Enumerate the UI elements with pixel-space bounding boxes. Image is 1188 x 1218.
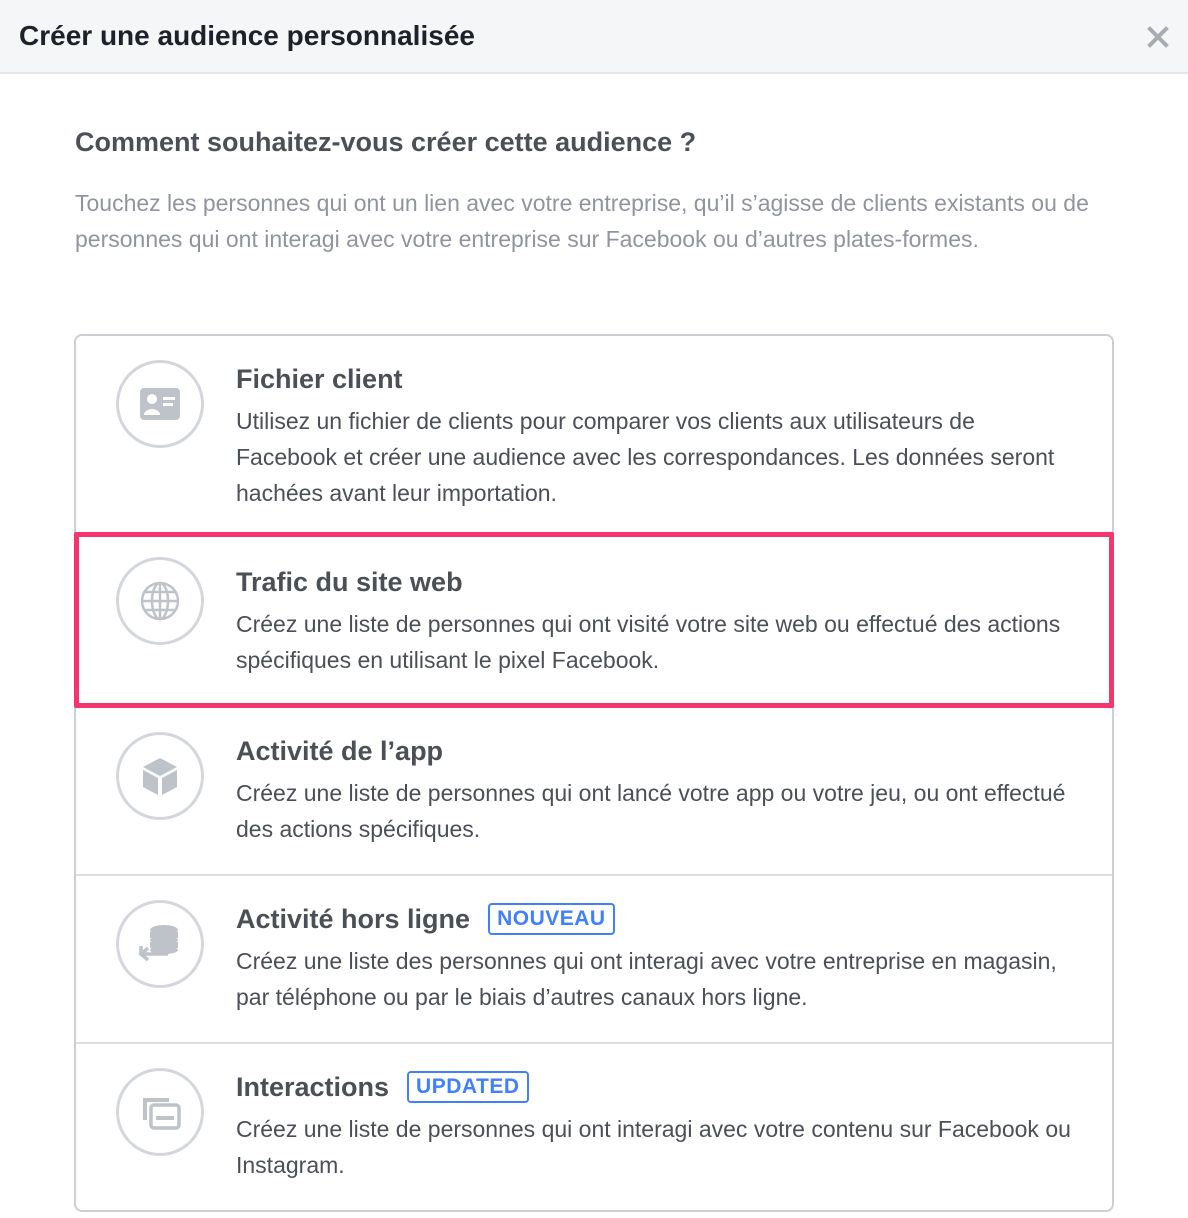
option-text: Activité hors ligne NOUVEAU Créez une li… — [236, 901, 1076, 1015]
option-title: Activité de l’app — [236, 733, 1076, 769]
option-icon-circle — [116, 360, 204, 448]
option-description: Créez une liste de personnes qui ont lan… — [236, 780, 1066, 842]
option-title: Fichier client — [236, 361, 1076, 397]
new-badge: NOUVEAU — [488, 903, 615, 935]
cube-icon — [143, 758, 177, 795]
option-customer-file[interactable]: Fichier client Utilisez un fichier de cl… — [76, 336, 1112, 534]
option-app-activity[interactable]: Activité de l’app Créez une liste de per… — [76, 708, 1112, 876]
option-title-label: Interactions — [236, 1072, 390, 1102]
option-title: Interactions UPDATED — [236, 1069, 1076, 1105]
dialog-header: Créer une audience personnalisée — [0, 0, 1188, 74]
option-title-label: Activité de l’app — [236, 736, 444, 766]
dialog-title: Créer une audience personnalisée — [19, 20, 475, 51]
contact-card-icon — [140, 388, 180, 420]
option-description: Utilisez un fichier de clients pour comp… — [236, 408, 1055, 506]
option-description: Créez une liste des personnes qui ont in… — [236, 948, 1057, 1010]
option-title-label: Trafic du site web — [236, 567, 463, 597]
option-text: Fichier client Utilisez un fichier de cl… — [236, 361, 1076, 511]
section-heading: Comment souhaitez-vous créer cette audie… — [75, 127, 697, 157]
section-intro: Touchez les personnes qui ont un lien av… — [75, 190, 1089, 252]
option-title: Trafic du site web — [236, 564, 1073, 600]
updated-badge: UPDATED — [407, 1071, 529, 1103]
stacked-cards-icon — [143, 1098, 181, 1130]
create-custom-audience-dialog: Créer une audience personnalisée Comment… — [0, 0, 1188, 1218]
globe-icon — [140, 581, 180, 621]
close-icon — [1147, 26, 1169, 48]
option-text: Trafic du site web Créez une liste de pe… — [236, 564, 1073, 678]
option-icon-circle — [116, 900, 204, 988]
option-title-label: Fichier client — [236, 364, 403, 394]
option-icon-circle — [116, 732, 204, 820]
offline-sync-icon — [138, 925, 178, 962]
option-title: Activité hors ligne NOUVEAU — [236, 901, 1076, 937]
option-title-label: Activité hors ligne — [236, 904, 471, 934]
option-text: Interactions UPDATED Créez une liste de … — [236, 1069, 1076, 1183]
option-icon-circle — [116, 557, 204, 645]
audience-options-list: Fichier client Utilisez un fichier de cl… — [74, 334, 1114, 1212]
option-engagement[interactable]: Interactions UPDATED Créez une liste de … — [76, 1044, 1112, 1210]
close-button[interactable] — [1144, 22, 1172, 52]
option-website-traffic[interactable]: Trafic du site web Créez une liste de pe… — [74, 532, 1114, 708]
option-text: Activité de l’app Créez une liste de per… — [236, 733, 1076, 847]
option-offline-activity[interactable]: Activité hors ligne NOUVEAU Créez une li… — [76, 876, 1112, 1044]
option-description: Créez une liste de personnes qui ont vis… — [236, 611, 1061, 673]
option-icon-circle — [116, 1068, 204, 1156]
option-description: Créez une liste de personnes qui ont int… — [236, 1116, 1071, 1178]
